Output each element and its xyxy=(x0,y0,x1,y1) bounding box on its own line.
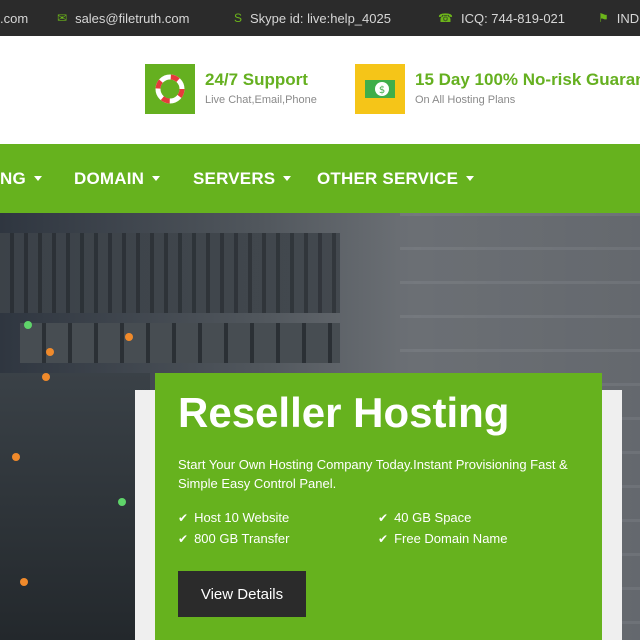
support-title: 24/7 Support xyxy=(205,70,308,89)
main-nav: NG DOMAIN SERVERS OTHER SERVICE xyxy=(0,144,640,213)
email-text: .com xyxy=(0,10,29,26)
header: 24/7 Support Live Chat,Email,Phone $ 15 … xyxy=(0,36,640,144)
nav-item-servers[interactable]: SERVERS xyxy=(193,144,292,213)
server-rack-image xyxy=(0,373,150,640)
nav-item-hosting[interactable]: NG xyxy=(0,144,42,213)
caret-down-icon xyxy=(466,176,475,181)
caret-down-icon xyxy=(152,176,161,181)
check-icon: ✔ xyxy=(178,531,189,546)
feature-text: Free Domain Name xyxy=(394,531,508,546)
lifebuoy-icon xyxy=(145,64,195,114)
support-subtitle: Live Chat,Email,Phone xyxy=(205,94,317,106)
check-icon: ✔ xyxy=(378,531,389,546)
nav-item-other-service[interactable]: OTHER SERVICE xyxy=(317,144,475,213)
skype-link[interactable]: S Skype id: live:help_4025 xyxy=(234,0,391,36)
server-led xyxy=(118,498,126,506)
promo-title: Reseller Hosting xyxy=(178,389,510,436)
server-rack-image xyxy=(0,233,340,313)
server-led xyxy=(12,453,20,461)
list-item: ✔ Host 10 Website xyxy=(178,510,289,525)
support-feature: 24/7 Support Live Chat,Email,Phone xyxy=(145,64,317,114)
check-icon: ✔ xyxy=(378,510,389,525)
caret-down-icon xyxy=(33,176,42,181)
phone-icon: ☎ xyxy=(438,11,453,25)
country-text: IND xyxy=(616,10,640,26)
icq-text: ICQ: 744-819-021 xyxy=(460,10,566,26)
server-rack-image xyxy=(20,323,340,363)
feature-text: 40 GB Space xyxy=(394,510,472,525)
skype-text: Skype id: live:help_4025 xyxy=(250,10,391,26)
nav-label: OTHER SERVICE xyxy=(317,168,459,188)
server-led xyxy=(46,348,54,356)
promo-description: Start Your Own Hosting Company Today.Ins… xyxy=(178,457,568,491)
nav-label: DOMAIN xyxy=(74,168,145,188)
server-led xyxy=(24,321,32,329)
skype-icon: S xyxy=(234,11,243,25)
email-link-partial[interactable]: .com xyxy=(0,0,28,36)
svg-text:$: $ xyxy=(379,85,385,96)
promo-card: Reseller Hosting Start Your Own Hosting … xyxy=(155,373,602,640)
check-icon: ✔ xyxy=(178,510,189,525)
server-led xyxy=(125,333,133,341)
list-item: ✔ 40 GB Space xyxy=(378,510,471,525)
feature-text: Host 10 Website xyxy=(194,510,290,525)
hero-banner: Reseller Hosting Start Your Own Hosting … xyxy=(0,213,640,640)
flag-icon: ⚑ xyxy=(598,11,609,25)
sales-email-link[interactable]: ✉ sales@filetruth.com xyxy=(57,0,189,36)
server-led xyxy=(42,373,50,381)
server-led xyxy=(20,578,28,586)
envelope-icon: ✉ xyxy=(57,11,68,25)
view-details-button[interactable]: View Details xyxy=(178,571,306,617)
list-item: ✔ Free Domain Name xyxy=(378,531,508,546)
list-item: ✔ 800 GB Transfer xyxy=(178,531,289,546)
guarantee-feature: $ 15 Day 100% No-risk Guarantee On All H… xyxy=(355,64,640,114)
country-selector[interactable]: ⚑ IND xyxy=(598,0,639,36)
sales-email-text: sales@filetruth.com xyxy=(75,10,190,26)
top-bar: .com ✉ sales@filetruth.com S Skype id: l… xyxy=(0,0,640,36)
caret-down-icon xyxy=(283,176,292,181)
money-icon: $ xyxy=(355,64,405,114)
icq-link[interactable]: ☎ ICQ: 744-819-021 xyxy=(438,0,565,36)
guarantee-title: 15 Day 100% No-risk Guarantee xyxy=(415,70,640,89)
guarantee-subtitle: On All Hosting Plans xyxy=(415,94,516,106)
nav-label: NG xyxy=(0,168,26,188)
nav-label: SERVERS xyxy=(193,168,276,188)
nav-item-domain[interactable]: DOMAIN xyxy=(74,144,161,213)
feature-text: 800 GB Transfer xyxy=(194,531,290,546)
